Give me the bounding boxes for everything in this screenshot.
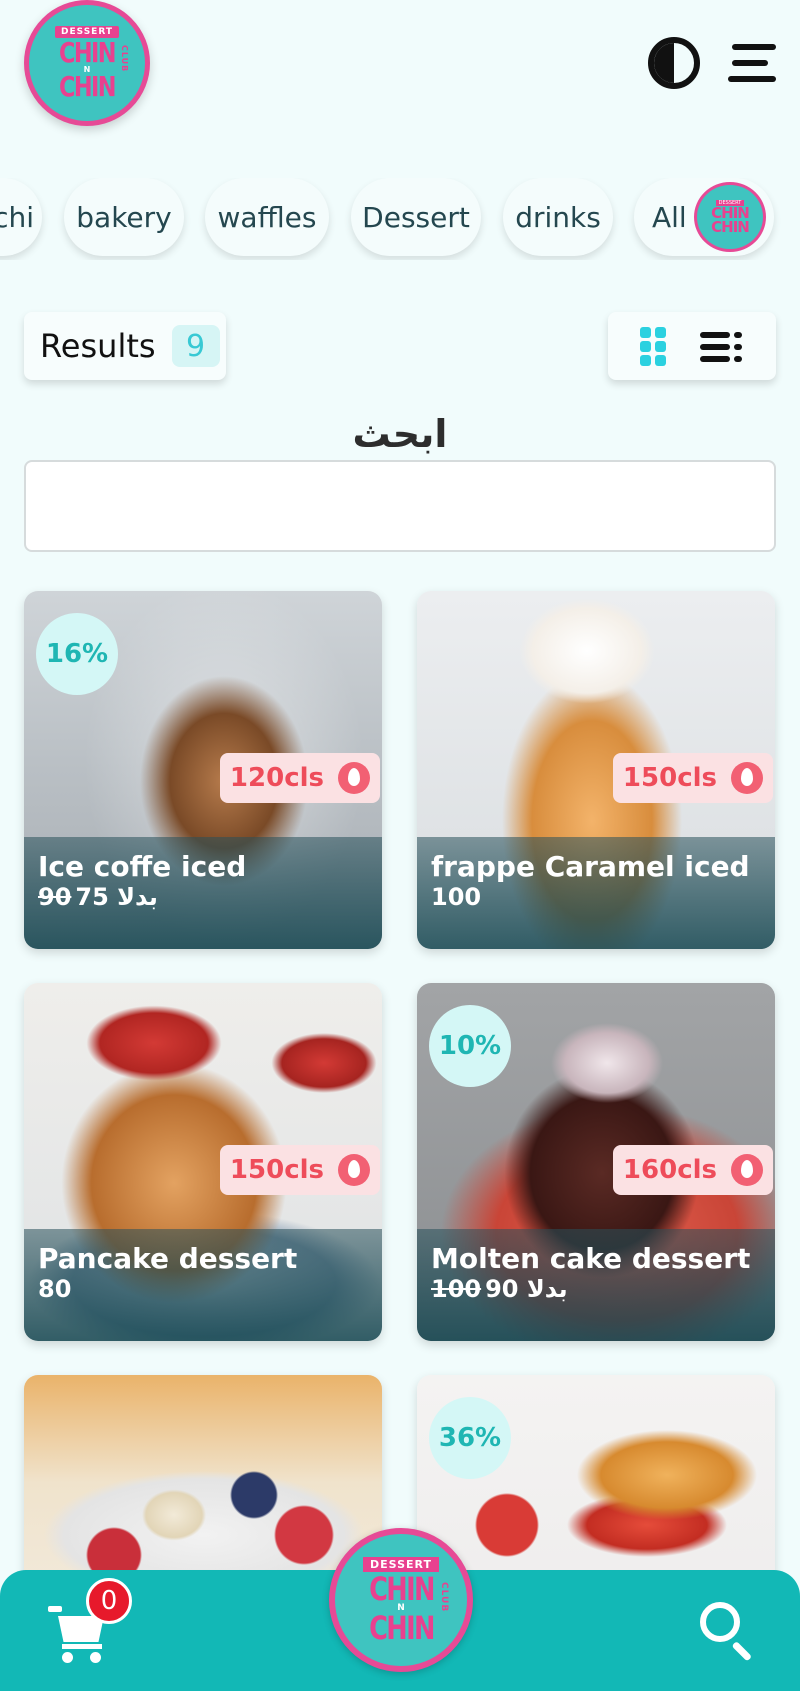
flame-icon: [731, 1154, 763, 1186]
logo-word-1: CHIN: [368, 1570, 435, 1608]
product-price: 100: [431, 883, 761, 911]
product-name: frappe Caramel iced: [431, 850, 750, 883]
brand-logo[interactable]: DESSERT CHIN N CHIN CLUB: [24, 0, 150, 126]
category-all-logo: DESSERT CHIN CHIN: [694, 182, 766, 252]
flame-icon: [338, 762, 370, 794]
category-label: drinks: [515, 200, 601, 234]
cart-count-badge: 0: [86, 1578, 132, 1624]
category-dessert[interactable]: Dessert: [351, 178, 481, 256]
current-price: 80: [38, 1275, 72, 1303]
logo-word-2: CHIN: [59, 70, 116, 103]
calories-text: 160cls: [622, 1155, 717, 1185]
logo-club: CLUB: [120, 45, 129, 73]
results-counter: Results 9: [24, 312, 226, 380]
results-label: Results: [40, 327, 156, 365]
current-price: 100: [431, 883, 482, 911]
results-count: 9: [171, 325, 220, 367]
category-label: bakery: [76, 200, 172, 234]
view-toggle: [608, 312, 776, 380]
product-card[interactable]: 10% 160cls Molten cake dessert 100 90 بدل…: [417, 983, 775, 1341]
logo-word-2: CHIN: [368, 1609, 435, 1647]
product-info: Ice coffe iced 90 75 بدلا: [24, 837, 382, 949]
discount-badge: 16%: [36, 613, 118, 695]
logo-club: CLUB: [439, 1582, 449, 1613]
contrast-icon[interactable]: [648, 37, 700, 89]
old-price: 90: [38, 883, 72, 911]
home-logo-button[interactable]: DESSERT CHIN N CHIN CLUB: [329, 1528, 473, 1672]
old-price: 100: [431, 1275, 482, 1303]
product-price: 90 75 بدلا: [38, 883, 368, 911]
grid-view-icon[interactable]: [640, 327, 668, 366]
discount-badge: 36%: [429, 1397, 511, 1479]
current-price: 90 بدلا: [485, 1275, 568, 1303]
product-price: 80: [38, 1275, 368, 1303]
product-card[interactable]: 150cls Pancake dessert 80: [24, 983, 382, 1341]
category-label: chi: [0, 200, 34, 234]
current-price: 75 بدلا: [75, 883, 158, 911]
category-drinks[interactable]: drinks: [503, 178, 613, 256]
category-tabs: chi bakery waffles Dessert drinks All DE…: [0, 178, 800, 260]
product-name: Molten cake dessert: [431, 1242, 751, 1275]
category-chi[interactable]: chi: [0, 178, 42, 256]
calories-badge: 150cls: [612, 753, 773, 803]
category-all[interactable]: All DESSERT CHIN CHIN: [634, 178, 774, 256]
flame-icon: [338, 1154, 370, 1186]
calories-badge: 120cls: [219, 753, 380, 803]
list-view-icon[interactable]: [700, 332, 742, 362]
discount-badge: 10%: [429, 1005, 511, 1087]
product-price: 100 90 بدلا: [431, 1275, 761, 1303]
search-input[interactable]: [24, 460, 776, 552]
calories-badge: 160cls: [612, 1145, 773, 1195]
category-bakery[interactable]: bakery: [64, 178, 184, 256]
product-name: Ice coffe iced: [38, 850, 247, 883]
category-waffles[interactable]: waffles: [205, 178, 329, 256]
product-info: Pancake dessert 80: [24, 1229, 382, 1341]
product-info: Molten cake dessert 100 90 بدلا: [417, 1229, 775, 1341]
product-name: Pancake dessert: [38, 1242, 298, 1275]
search-label: ابحث: [352, 412, 448, 456]
calories-badge: 150cls: [219, 1145, 380, 1195]
logo-word-1: CHIN: [59, 36, 116, 69]
product-info: frappe Caramel iced 100: [417, 837, 775, 949]
product-card[interactable]: 16% 120cls Ice coffe iced 90 75 بدلا: [24, 591, 382, 949]
calories-text: 120cls: [229, 763, 324, 793]
product-card[interactable]: 150cls frappe Caramel iced 100: [417, 591, 775, 949]
calories-text: 150cls: [229, 1155, 324, 1185]
category-label: waffles: [217, 200, 317, 234]
category-label: Dessert: [362, 200, 470, 234]
category-label: All: [652, 200, 687, 234]
hamburger-icon[interactable]: [724, 44, 776, 84]
flame-icon: [731, 762, 763, 794]
calories-text: 150cls: [622, 763, 717, 793]
search-icon[interactable]: [700, 1602, 754, 1662]
